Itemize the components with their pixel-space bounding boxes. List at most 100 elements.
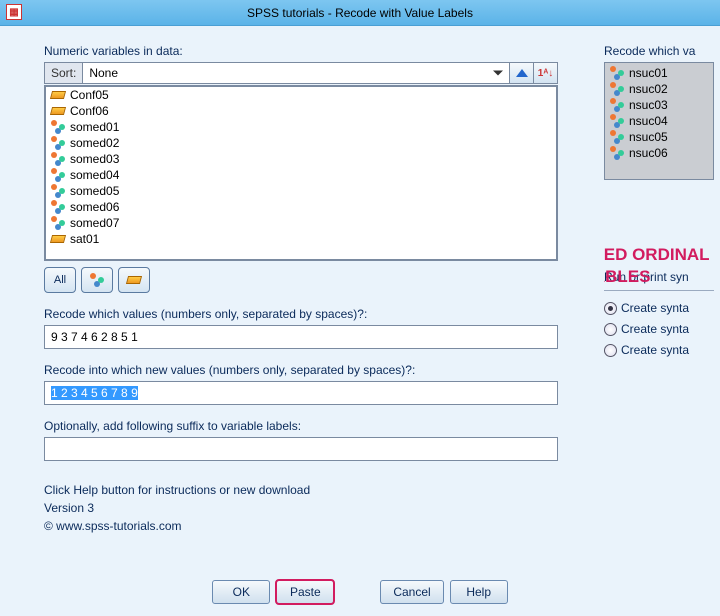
nominal-icon — [51, 216, 65, 230]
dialog-buttons: OK Paste Cancel Help — [0, 580, 720, 604]
numeric-vars-label: Numeric variables in data: — [44, 44, 558, 58]
variable-name: nsuc05 — [629, 130, 668, 144]
radio-icon — [604, 344, 617, 357]
variable-name: nsuc01 — [629, 66, 668, 80]
variable-name: nsuc04 — [629, 114, 668, 128]
variable-name: somed07 — [70, 216, 119, 230]
variable-listbox[interactable]: Conf05 Conf06 somed01 somed02 somed03 somed04… — [44, 85, 558, 261]
ruler-icon — [50, 107, 66, 115]
sort-label: Sort: — [44, 62, 83, 84]
target-listbox[interactable]: nsuc01 nsuc02 nsuc03 nsuc04 nsuc05 nsuc06 — [604, 62, 714, 180]
paste-button[interactable]: Paste — [276, 580, 334, 604]
sort-dropdown[interactable]: None — [83, 62, 510, 84]
variable-name: Conf06 — [70, 104, 109, 118]
list-item[interactable]: somed04 — [46, 167, 556, 183]
recode-into-label: Recode into which new values (numbers on… — [44, 363, 558, 377]
variable-name: somed01 — [70, 120, 119, 134]
copyright-text: © www.spss-tutorials.com — [44, 517, 558, 535]
sort-row: Sort: None 1ᴬ↓ — [44, 62, 558, 84]
window-title: SPSS tutorials - Recode with Value Label… — [0, 0, 720, 26]
info-block: Click Help button for instructions or ne… — [44, 481, 558, 535]
annotation-label: AUTORECODED ORDINAL VARIABLES — [604, 244, 712, 288]
nominal-icon — [610, 82, 624, 96]
help-button[interactable]: Help — [450, 580, 508, 604]
list-item[interactable]: somed07 — [46, 215, 556, 231]
nominal-icon — [51, 120, 65, 134]
ruler-icon — [50, 235, 66, 243]
filter-all-button[interactable]: All — [44, 267, 76, 293]
list-item[interactable]: nsuc06 — [607, 145, 711, 161]
right-panel: Recode which va nsuc01 nsuc02 nsuc03 nsuc04… — [604, 44, 714, 535]
nominal-icon — [51, 152, 65, 166]
recode-into-value: 1 2 3 4 5 6 7 8 9 — [51, 386, 138, 400]
chevron-down-icon — [493, 71, 503, 76]
nominal-icon — [610, 146, 624, 160]
nominal-icon — [51, 168, 65, 182]
suffix-input[interactable] — [44, 437, 558, 461]
radio-icon — [604, 323, 617, 336]
list-item[interactable]: sat01 — [46, 231, 556, 247]
list-item[interactable]: nsuc04 — [607, 113, 711, 129]
suffix-label: Optionally, add following suffix to vari… — [44, 419, 558, 433]
sort-asc-button[interactable] — [510, 62, 534, 84]
radio-label: Create synta — [621, 343, 689, 357]
list-item[interactable]: somed03 — [46, 151, 556, 167]
syntax-radio-option[interactable]: Create synta — [604, 301, 714, 315]
nominal-icon — [51, 200, 65, 214]
divider — [604, 290, 714, 291]
app-icon: ▦ — [6, 4, 22, 20]
triangle-up-icon — [516, 69, 528, 77]
nominal-icon — [610, 98, 624, 112]
variable-name: somed03 — [70, 152, 119, 166]
recode-which-input[interactable] — [44, 325, 558, 349]
list-item[interactable]: nsuc05 — [607, 129, 711, 145]
sort-alpha-button[interactable]: 1ᴬ↓ — [534, 62, 558, 84]
filter-buttons: All — [44, 267, 558, 293]
variable-name: nsuc02 — [629, 82, 668, 96]
list-item[interactable]: nsuc01 — [607, 65, 711, 81]
syntax-radio-option[interactable]: Create synta — [604, 343, 714, 357]
ruler-icon — [50, 91, 66, 99]
syntax-radio-group: Create synta Create synta Create synta — [604, 301, 714, 357]
sort-az-icon: 1ᴬ↓ — [538, 68, 553, 79]
list-item[interactable]: somed01 — [46, 119, 556, 135]
variable-name: nsuc06 — [629, 146, 668, 160]
left-panel: Numeric variables in data: Sort: None 1ᴬ… — [44, 44, 558, 535]
list-item[interactable]: somed02 — [46, 135, 556, 151]
nominal-icon — [610, 66, 624, 80]
titlebar: ▦ SPSS tutorials - Recode with Value Lab… — [0, 0, 720, 26]
list-item[interactable]: Conf05 — [46, 87, 556, 103]
ruler-icon — [126, 276, 142, 284]
variable-name: Conf05 — [70, 88, 109, 102]
recode-which-vars-label: Recode which va — [604, 44, 714, 58]
variable-name: somed04 — [70, 168, 119, 182]
sort-value: None — [89, 66, 118, 80]
variable-name: somed06 — [70, 200, 119, 214]
filter-all-label: All — [54, 274, 66, 286]
recode-which-label: Recode which values (numbers only, separ… — [44, 307, 558, 321]
list-item[interactable]: nsuc02 — [607, 81, 711, 97]
help-hint: Click Help button for instructions or ne… — [44, 481, 558, 499]
main-content: Numeric variables in data: Sort: None 1ᴬ… — [0, 26, 720, 539]
list-item[interactable]: nsuc03 — [607, 97, 711, 113]
variable-name: somed02 — [70, 136, 119, 150]
variable-name: nsuc03 — [629, 98, 668, 112]
list-item[interactable]: somed06 — [46, 199, 556, 215]
variable-name: somed05 — [70, 184, 119, 198]
cancel-button[interactable]: Cancel — [380, 580, 443, 604]
list-item[interactable]: somed05 — [46, 183, 556, 199]
radio-icon — [604, 302, 617, 315]
variable-name: sat01 — [70, 232, 99, 246]
nominal-icon — [51, 136, 65, 150]
filter-nominal-button[interactable] — [81, 267, 113, 293]
nominal-icon — [610, 130, 624, 144]
ok-button[interactable]: OK — [212, 580, 270, 604]
list-item[interactable]: Conf06 — [46, 103, 556, 119]
version-text: Version 3 — [44, 499, 558, 517]
syntax-radio-option[interactable]: Create synta — [604, 322, 714, 336]
recode-into-input[interactable]: 1 2 3 4 5 6 7 8 9 — [44, 381, 558, 405]
nominal-icon — [51, 184, 65, 198]
filter-scale-button[interactable] — [118, 267, 150, 293]
nominal-icon — [610, 114, 624, 128]
radio-label: Create synta — [621, 301, 689, 315]
